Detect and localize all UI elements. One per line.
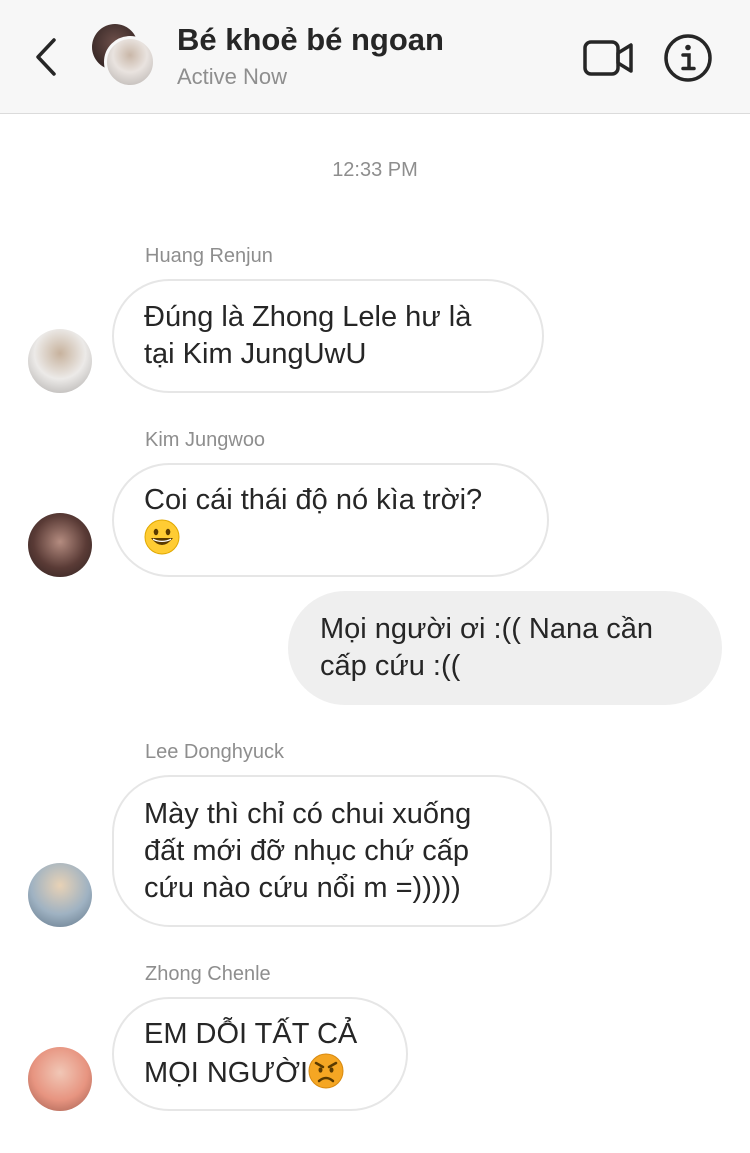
group-avatar[interactable] — [92, 24, 158, 90]
back-button[interactable] — [26, 32, 66, 82]
message-text: Mọi người ơi :(( Nana cần cấp cứu :(( — [320, 613, 654, 682]
message-timestamp: 12:33 PM — [332, 159, 418, 181]
message-bubble[interactable]: EM DỖI TẤT CẢ MỌI NGƯỜI — [112, 997, 408, 1111]
sender-name: Huang Renjun — [145, 245, 273, 267]
message-content: Coi cái thái độ nó kìa trời? — [144, 482, 482, 558]
info-icon — [664, 34, 712, 82]
sender-avatar[interactable] — [28, 513, 92, 577]
info-button[interactable] — [663, 33, 713, 83]
message-text: Mày thì chỉ có chui xuống đất mới đỡ nhụ… — [144, 797, 472, 904]
sender-avatar[interactable] — [28, 329, 92, 393]
chevron-left-icon — [36, 38, 56, 76]
active-status: Active Now — [177, 64, 288, 89]
sender-name: Lee Donghyuck — [145, 741, 284, 763]
message-text: Coi cái thái độ nó kìa trời? — [144, 484, 483, 516]
message-content: EM DỖI TẤT CẢ MỌI NGƯỜI — [144, 1016, 357, 1092]
grinning-face-emoji — [144, 519, 180, 555]
message-bubble[interactable]: Mày thì chỉ có chui xuống đất mới đỡ nhụ… — [112, 775, 552, 927]
message-bubble[interactable]: Đúng là Zhong Lele hư là tại Kim JungUwU — [112, 279, 544, 393]
message-bubble[interactable]: Coi cái thái độ nó kìa trời? — [112, 463, 549, 577]
video-camera-icon — [583, 40, 633, 76]
video-call-button[interactable] — [582, 36, 634, 80]
angry-face-emoji — [308, 1053, 344, 1089]
sender-name: Kim Jungwoo — [145, 429, 266, 451]
member-avatar — [104, 36, 156, 88]
message-bubble-outgoing[interactable]: Mọi người ơi :(( Nana cần cấp cứu :(( — [288, 591, 722, 705]
chat-header: Bé khoẻ bé ngoan Active Now — [0, 0, 750, 114]
chat-title[interactable]: Bé khoẻ bé ngoan — [177, 22, 444, 58]
message-text: Đúng là Zhong Lele hư là tại Kim JungUwU — [144, 301, 472, 370]
sender-avatar[interactable] — [28, 1047, 92, 1111]
sender-avatar[interactable] — [28, 863, 92, 927]
sender-name: Zhong Chenle — [145, 963, 271, 985]
